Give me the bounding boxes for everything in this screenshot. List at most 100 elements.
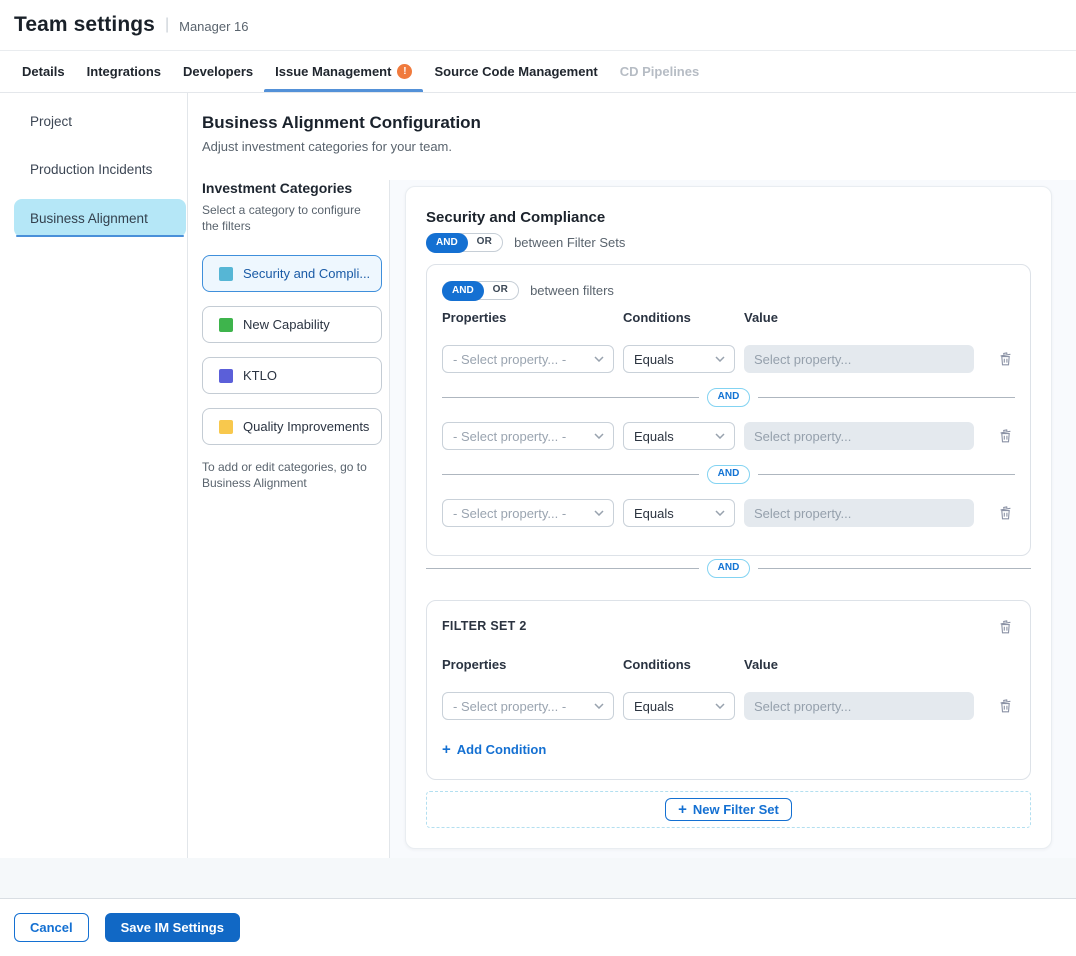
and-option[interactable]: AND	[442, 281, 484, 301]
filter-condition-row: - Select property... - Equals	[442, 422, 1015, 450]
trash-icon	[998, 351, 1013, 367]
category-ktlo[interactable]: KTLO	[202, 357, 382, 394]
config-title: Business Alignment Configuration	[202, 113, 1076, 133]
tab-integrations[interactable]: Integrations	[76, 51, 172, 92]
cancel-button[interactable]: Cancel	[14, 913, 89, 942]
and-connector-pill: AND	[707, 388, 751, 407]
category-security-and-compliance[interactable]: Security and Compli...	[202, 255, 382, 292]
sidebar-item-project[interactable]: Project	[14, 97, 186, 145]
category-color-swatch	[219, 318, 233, 332]
or-option[interactable]: OR	[467, 233, 502, 252]
chevron-down-icon	[594, 703, 604, 709]
categories-list: Security and Compli... New Capability KT…	[202, 255, 389, 445]
delete-condition-button[interactable]	[996, 503, 1015, 523]
and-connector-pill: AND	[707, 465, 751, 484]
filters-and-or-toggle[interactable]: AND OR	[442, 281, 519, 300]
column-headers: Properties Conditions Value	[442, 310, 1015, 325]
investment-categories-column: Investment Categories Select a category …	[188, 180, 390, 858]
chevron-down-icon	[594, 433, 604, 439]
condition-select[interactable]: Equals	[623, 499, 735, 527]
and-connector: AND	[442, 388, 1015, 407]
config-header: Business Alignment Configuration Adjust …	[188, 93, 1076, 180]
property-select[interactable]: - Select property... -	[442, 345, 614, 373]
property-select[interactable]: - Select property... -	[442, 692, 614, 720]
trash-icon	[998, 619, 1013, 635]
trash-icon	[998, 698, 1013, 714]
settings-tabbar: Details Integrations Developers Issue Ma…	[0, 51, 1076, 93]
conditions-column-header: Conditions	[623, 310, 744, 325]
chevron-down-icon	[594, 510, 604, 516]
filter-set-and-connector: AND	[426, 559, 1031, 578]
category-color-swatch	[219, 267, 233, 281]
value-column-header: Value	[744, 657, 974, 672]
content-area: Project Production Incidents Business Al…	[0, 93, 1076, 858]
categories-hint: Select a category to configure the filte…	[202, 202, 374, 234]
filter-config-card: Security and Compliance AND OR between F…	[405, 186, 1052, 849]
chevron-down-icon	[594, 356, 604, 362]
filter-sets-and-or-toggle[interactable]: AND OR	[426, 233, 503, 252]
delete-condition-button[interactable]	[996, 426, 1015, 446]
and-option[interactable]: AND	[426, 233, 468, 253]
properties-column-header: Properties	[442, 310, 623, 325]
value-input[interactable]	[744, 499, 974, 527]
page-title: Team settings	[14, 13, 155, 37]
config-subtitle: Adjust investment categories for your te…	[202, 139, 1076, 154]
value-input[interactable]	[744, 692, 974, 720]
team-name: Manager 16	[179, 16, 248, 34]
delete-filter-set-button[interactable]	[996, 617, 1015, 637]
tab-developers[interactable]: Developers	[172, 51, 264, 92]
chevron-down-icon	[715, 510, 725, 516]
filter-set-2: FILTER SET 2 Properties Conditions Value	[426, 600, 1031, 780]
settings-sidebar: Project Production Incidents Business Al…	[0, 93, 188, 858]
filter-set-2-title: FILTER SET 2	[442, 617, 527, 633]
save-im-settings-button[interactable]: Save IM Settings	[105, 913, 240, 942]
filter-condition-row: - Select property... - Equals	[442, 499, 1015, 527]
trash-icon	[998, 505, 1013, 521]
property-select[interactable]: - Select property... -	[442, 422, 614, 450]
and-connector: AND	[442, 465, 1015, 484]
chevron-down-icon	[715, 356, 725, 362]
toggle-suffix-label: between filters	[530, 283, 614, 298]
page-header: Team settings | Manager 16	[0, 0, 1076, 51]
categories-footnote: To add or edit categories, go to Busines…	[202, 459, 377, 491]
trash-icon	[998, 428, 1013, 444]
plus-icon: +	[442, 743, 451, 756]
new-filter-set-zone: + New Filter Set	[426, 791, 1031, 828]
plus-icon: +	[678, 803, 687, 816]
category-new-capability[interactable]: New Capability	[202, 306, 382, 343]
chevron-down-icon	[715, 703, 725, 709]
main-area: Business Alignment Configuration Adjust …	[188, 93, 1076, 858]
tab-source-code-management[interactable]: Source Code Management	[423, 51, 608, 92]
title-separator: |	[165, 16, 169, 34]
and-connector-pill: AND	[707, 559, 751, 578]
category-quality-improvements[interactable]: Quality Improvements	[202, 408, 382, 445]
filter-condition-row: - Select property... - Equals	[442, 692, 1015, 720]
value-input[interactable]	[744, 422, 974, 450]
bottom-strip	[0, 858, 1076, 898]
or-option[interactable]: OR	[483, 281, 518, 300]
tab-issue-management[interactable]: Issue Management !	[264, 51, 423, 92]
properties-column-header: Properties	[442, 657, 623, 672]
delete-condition-button[interactable]	[996, 349, 1015, 369]
value-input[interactable]	[744, 345, 974, 373]
categories-heading: Investment Categories	[202, 180, 389, 196]
property-select[interactable]: - Select property... -	[442, 499, 614, 527]
tab-cd-pipelines: CD Pipelines	[609, 51, 710, 92]
toggle-suffix-label: between Filter Sets	[514, 235, 625, 250]
value-column-header: Value	[744, 310, 974, 325]
condition-select[interactable]: Equals	[623, 345, 735, 373]
tab-details[interactable]: Details	[11, 51, 76, 92]
chevron-down-icon	[715, 433, 725, 439]
selected-category-title: Security and Compliance	[426, 209, 1031, 226]
condition-select[interactable]: Equals	[623, 422, 735, 450]
filter-condition-row: - Select property... - Equals	[442, 345, 1015, 373]
category-color-swatch	[219, 369, 233, 383]
filter-set-1: AND OR between filters Properties Condit…	[426, 264, 1031, 556]
sidebar-item-production-incidents[interactable]: Production Incidents	[14, 145, 186, 193]
add-condition-button[interactable]: + Add Condition	[442, 742, 546, 757]
new-filter-set-button[interactable]: + New Filter Set	[665, 798, 792, 821]
sidebar-item-business-alignment[interactable]: Business Alignment	[14, 199, 186, 237]
category-color-swatch	[219, 420, 233, 434]
condition-select[interactable]: Equals	[623, 692, 735, 720]
delete-condition-button[interactable]	[996, 696, 1015, 716]
